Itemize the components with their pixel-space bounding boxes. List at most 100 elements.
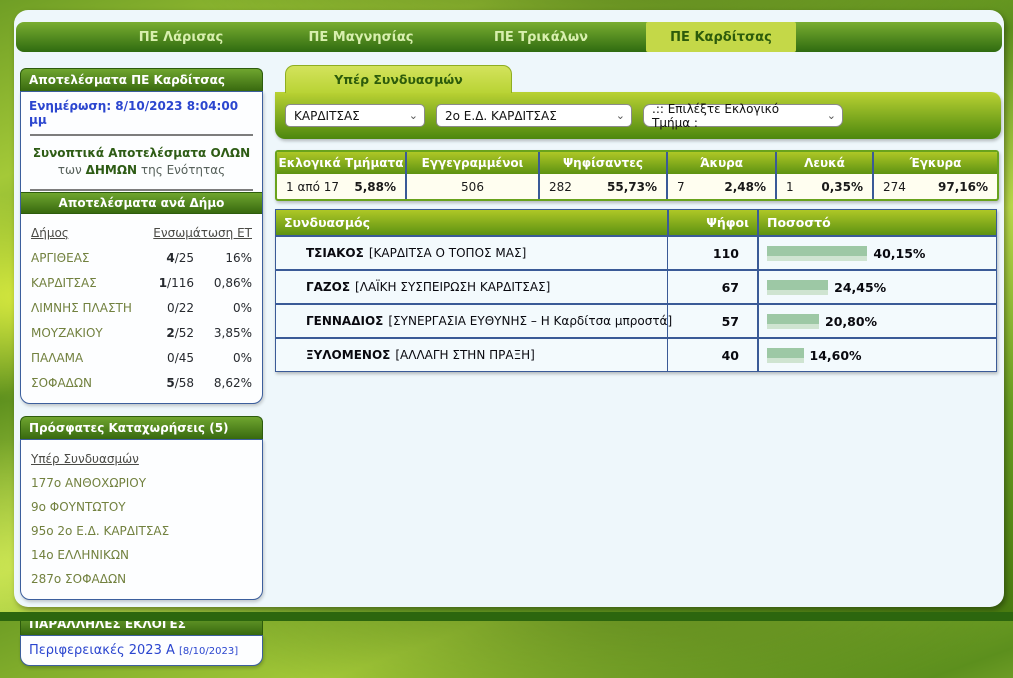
update-timestamp: Ενημέρωση: 8/10/2023 8:04:00 μμ — [21, 92, 262, 133]
section-select[interactable]: .:: Επιλέξτε Εκλογικό Τμήμα : ⌄ — [643, 104, 843, 127]
stat-header: Έγκυρα — [874, 152, 997, 174]
divider — [30, 134, 253, 136]
votes-value: 110 — [667, 237, 757, 269]
integration-percent: 0,86% — [194, 276, 252, 290]
stat-value: 274 — [883, 180, 906, 194]
stat-value: 7 — [677, 180, 685, 194]
col-votes: Ψήφοι — [667, 210, 757, 235]
votes-value: 40 — [667, 339, 757, 371]
municipality-link[interactable]: ΣΟΦΑΔΩΝ — [31, 376, 132, 390]
percentage-bar — [767, 280, 828, 295]
tab-yper-syndyasmon[interactable]: Υπέρ Συνδυασμών — [285, 65, 512, 93]
integration-fraction: 5/58 — [132, 376, 194, 390]
sidebar: Αποτελέσματα ΠΕ Καρδίτσας Ενημέρωση: 8/1… — [20, 68, 263, 678]
chevron-down-icon: ⌄ — [827, 111, 836, 121]
statistics-table: Εκλογικά Τμήματα 1 από 175,88% Εγγεγραμμ… — [275, 150, 999, 201]
municipality-link[interactable]: ΛΙΜΝΗΣ ΠΛΑΣΤΗ — [31, 301, 132, 315]
integration-percent: 16% — [194, 251, 252, 265]
summary-all-municipalities-link[interactable]: Συνοπτικά Αποτελέσματα ΟΛΩΝ των ΔΗΜΩΝ τη… — [21, 137, 262, 188]
stat-header: Ψηφίσαντες — [540, 152, 666, 174]
recent-entry-link[interactable]: 287ο ΣΟΦΑΔΩΝ — [31, 567, 252, 591]
recent-entry-link[interactable]: 14ο ΕΛΛΗΝΙΚΩΝ — [31, 543, 252, 567]
municipality-select-value: ΚΑΡΔΙΤΣΑΣ — [294, 109, 360, 123]
municipality-table-header: Δήμος Ενσωμάτωση ΕΤ — [31, 220, 252, 245]
recent-entries-title: Πρόσφατες Καταχωρήσεις (5) — [20, 416, 263, 439]
stat-header: Λευκά — [777, 152, 872, 174]
results-panel-title: Αποτελέσματα ΠΕ Καρδίτσας — [20, 68, 263, 91]
stat-invalid: Άκυρα 7 2,48% — [666, 152, 775, 199]
footer-strip — [0, 612, 1013, 621]
col-percent: Ποσοστό — [757, 210, 996, 235]
integration-fraction: 0/45 — [132, 351, 194, 365]
stat-value: 282 — [549, 180, 572, 194]
table-row: ΠΑΛΑΜΑ 0/45 0% — [31, 345, 252, 370]
integration-percent: 0% — [194, 301, 252, 315]
percentage-bar — [767, 314, 819, 329]
stat-percent: 55,73% — [607, 180, 657, 194]
chevron-down-icon: ⌄ — [616, 111, 625, 121]
municipality-link[interactable]: ΚΑΡΔΙΤΣΑΣ — [31, 276, 132, 290]
filter-bar: ΚΑΡΔΙΤΣΑΣ ⌄ 2ο Ε.Δ. ΚΑΡΔΙΤΣΑΣ ⌄ .:: Επιλ… — [275, 92, 1001, 139]
results-table: Συνδυασμός Ψήφοι Ποσοστό ΤΣΙΑΚΟΣ [ΚΑΡΔΙΤΣ… — [275, 209, 997, 372]
stat-voted: Ψηφίσαντες 282 55,73% — [538, 152, 666, 199]
tab-pe-larisas[interactable]: ΠΕ Λάρισας — [106, 22, 256, 52]
page-container: ΠΕ Λάρισας ΠΕ Μαγνησίας ΠΕ Τρικάλων ΠΕ Κ… — [14, 10, 1004, 607]
col-combination: Συνδυασμός — [276, 210, 667, 235]
recent-entry-link[interactable]: 95ο 2ο Ε.Δ. ΚΑΡΔΙΤΣΑΣ — [31, 519, 252, 543]
tab-pe-magnisias[interactable]: ΠΕ Μαγνησίας — [286, 22, 436, 52]
district-select[interactable]: 2ο Ε.Δ. ΚΑΡΔΙΤΣΑΣ ⌄ — [436, 104, 632, 127]
stat-valid: Έγκυρα 274 97,16% — [872, 152, 997, 199]
stat-percent: 97,16% — [938, 180, 988, 194]
table-row: ΜΟΥΖΑΚΙΟΥ 2/52 3,85% — [31, 320, 252, 345]
integration-fraction: 1/116 — [132, 276, 194, 290]
table-row: ΚΑΡΔΙΤΣΑΣ 1/116 0,86% — [31, 270, 252, 295]
col-municipality: Δήμος — [31, 226, 132, 240]
party-list-name: [ΣΥΝΕΡΓΑΣΙΑ ΕΥΘΥΝΗΣ – Η Καρδίτσα μπροστά… — [388, 314, 672, 328]
table-row: ΛΙΜΝΗΣ ΠΛΑΣΤΗ 0/22 0% — [31, 295, 252, 320]
parallel-election-date: [8/10/2023] — [179, 646, 238, 657]
district-select-value: 2ο Ε.Δ. ΚΑΡΔΙΤΣΑΣ — [445, 109, 557, 123]
stat-percent: 2,48% — [724, 180, 766, 194]
percentage-value: 40,15% — [873, 246, 925, 261]
stat-percent: 5,88% — [354, 180, 396, 194]
recent-entry-link[interactable]: 9ο ΦΟΥΝΤΩΤΟΥ — [31, 495, 252, 519]
candidate-name: ΓΕΝΝΑΔΙΟΣ — [306, 314, 383, 328]
table-row: ΓΕΝΝΑΔΙΟΣ [ΣΥΝΕΡΓΑΣΙΑ ΕΥΘΥΝΗΣ – Η Καρδίτσ… — [276, 303, 996, 337]
parallel-election-link[interactable]: Περιφερειακές 2023 Α — [29, 643, 175, 658]
party-list-name: [ΚΑΡΔΙΤΣΑ Ο ΤΟΠΟΣ ΜΑΣ] — [369, 246, 526, 260]
table-row: ΣΟΦΑΔΩΝ 5/58 8,62% — [31, 370, 252, 395]
stat-header: Εγγεγραμμένοι — [407, 152, 538, 174]
stat-percent: 0,35% — [821, 180, 863, 194]
municipality-table: Δήμος Ενσωμάτωση ΕΤ ΑΡΓΙΘΕΑΣ 4/25 16% ΚΑ… — [21, 214, 262, 403]
summary-text: των — [58, 163, 86, 177]
divider — [30, 189, 253, 191]
summary-bold-text: Συνοπτικά Αποτελέσματα ΟΛΩΝ — [33, 146, 250, 160]
municipality-link[interactable]: ΜΟΥΖΑΚΙΟΥ — [31, 326, 132, 340]
municipality-link[interactable]: ΠΑΛΑΜΑ — [31, 351, 132, 365]
per-municipality-header: Αποτελέσματα ανά Δήμο — [21, 192, 262, 214]
tab-pe-karditsas[interactable]: ΠΕ Καρδίτσας — [646, 22, 796, 52]
percentage-value: 24,45% — [834, 280, 886, 295]
tab-pe-trikalon[interactable]: ΠΕ Τρικάλων — [466, 22, 616, 52]
recent-entry-link[interactable]: 177ο ΑΝΘΟΧΩΡΙΟΥ — [31, 471, 252, 495]
integration-fraction: 2/52 — [132, 326, 194, 340]
integration-fraction: 4/25 — [132, 251, 194, 265]
recent-entries-panel: Πρόσφατες Καταχωρήσεις (5) Υπέρ Συνδυασμ… — [20, 416, 263, 600]
stat-blank: Λευκά 10,35% — [775, 152, 872, 199]
region-tabs-bar: ΠΕ Λάρισας ΠΕ Μαγνησίας ΠΕ Τρικάλων ΠΕ Κ… — [16, 22, 1002, 52]
votes-value: 67 — [667, 271, 757, 303]
table-row: ΓΑΖΟΣ [ΛΑΪΚΗ ΣΥΣΠΕΙΡΩΣΗ ΚΑΡΔΙΤΣΑΣ] 67 24,… — [276, 269, 996, 303]
table-row: ΤΣΙΑΚΟΣ [ΚΑΡΔΙΤΣΑ Ο ΤΟΠΟΣ ΜΑΣ] 110 40,15% — [276, 235, 996, 269]
party-list-name: [ΛΑΪΚΗ ΣΥΣΠΕΙΡΩΣΗ ΚΑΡΔΙΤΣΑΣ] — [355, 280, 550, 294]
candidate-name: ΓΑΖΟΣ — [306, 280, 350, 294]
stat-header: Άκυρα — [668, 152, 775, 174]
section-select-placeholder: .:: Επιλέξτε Εκλογικό Τμήμα : — [652, 102, 821, 130]
municipality-link[interactable]: ΑΡΓΙΘΕΑΣ — [31, 251, 132, 265]
stat-registered: Εγγεγραμμένοι 506 — [405, 152, 538, 199]
integration-percent: 3,85% — [194, 326, 252, 340]
percentage-value: 14,60% — [810, 348, 862, 363]
municipality-select[interactable]: ΚΑΡΔΙΤΣΑΣ ⌄ — [285, 104, 425, 127]
summary-bold-text2: ΔΗΜΩΝ — [86, 163, 138, 177]
candidate-name: ΤΣΙΑΚΟΣ — [306, 246, 364, 260]
integration-fraction: 0/22 — [132, 301, 194, 315]
